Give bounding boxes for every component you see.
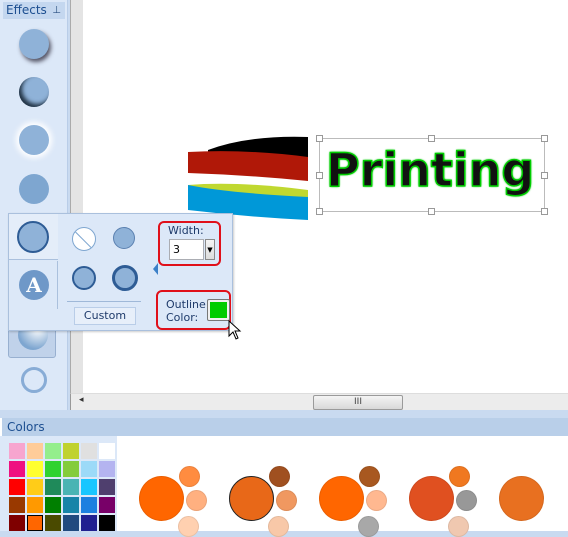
scrollbar-thumb[interactable]: III bbox=[313, 395, 403, 410]
color-swatch[interactable] bbox=[63, 479, 79, 495]
expand-arrow-icon bbox=[153, 263, 158, 275]
width-label: Width: bbox=[168, 224, 204, 237]
color-swatch[interactable] bbox=[81, 443, 97, 459]
reflection-effect-button[interactable] bbox=[19, 174, 49, 204]
printing-text[interactable]: Printing bbox=[325, 142, 535, 198]
ring-effect-button[interactable] bbox=[21, 367, 47, 393]
color-swatch[interactable] bbox=[27, 479, 43, 495]
scheme-color-circle[interactable] bbox=[448, 516, 469, 537]
pin-icon[interactable]: ⊥ bbox=[52, 2, 61, 19]
color-swatch[interactable] bbox=[99, 479, 115, 495]
bevel-effect-button[interactable] bbox=[19, 77, 49, 107]
color-swatch[interactable] bbox=[27, 515, 43, 531]
resize-handle[interactable] bbox=[541, 172, 548, 179]
scheme-color-circle[interactable] bbox=[456, 490, 477, 511]
scheme-color-circle[interactable] bbox=[358, 516, 379, 537]
color-swatch[interactable] bbox=[81, 515, 97, 531]
color-swatch[interactable] bbox=[63, 515, 79, 531]
text-a-icon: A bbox=[19, 270, 49, 300]
color-swatch[interactable] bbox=[45, 497, 61, 513]
divider bbox=[67, 301, 141, 302]
text-selection-box[interactable]: Printing bbox=[316, 135, 548, 215]
color-swatch[interactable] bbox=[45, 443, 61, 459]
outline-color-label: Outline Color: bbox=[166, 298, 206, 324]
resize-handle[interactable] bbox=[428, 208, 435, 215]
outline-tab[interactable] bbox=[9, 214, 58, 260]
color-swatch[interactable] bbox=[27, 443, 43, 459]
resize-handle[interactable] bbox=[541, 208, 548, 215]
scheme-color-circle[interactable] bbox=[268, 516, 289, 537]
color-swatch[interactable] bbox=[9, 443, 25, 459]
color-swatch[interactable] bbox=[99, 443, 115, 459]
effects-panel: Effects ⊥ bbox=[0, 0, 68, 410]
text-effect-tab[interactable]: A bbox=[9, 261, 58, 309]
color-swatch[interactable] bbox=[45, 515, 61, 531]
scheme-color-circle[interactable] bbox=[276, 490, 297, 511]
resize-handle[interactable] bbox=[316, 135, 323, 142]
color-swatch[interactable] bbox=[45, 479, 61, 495]
color-schemes bbox=[117, 436, 568, 537]
color-palette bbox=[0, 436, 117, 531]
color-swatch[interactable] bbox=[99, 461, 115, 477]
color-swatch[interactable] bbox=[81, 479, 97, 495]
effects-header: Effects ⊥ bbox=[3, 2, 65, 19]
color-swatch[interactable] bbox=[9, 461, 25, 477]
custom-button[interactable]: Custom bbox=[74, 307, 136, 325]
medium-outline-option[interactable] bbox=[72, 266, 96, 290]
outline-popup: A Custom Width: 3 ▼ Outline Color: bbox=[8, 213, 233, 331]
color-swatch[interactable] bbox=[81, 461, 97, 477]
resize-handle[interactable] bbox=[428, 135, 435, 142]
horizontal-scrollbar[interactable]: ◂ III bbox=[70, 393, 568, 410]
thin-outline-option[interactable] bbox=[113, 227, 135, 249]
scheme-color-circle[interactable] bbox=[449, 466, 470, 487]
width-input[interactable]: 3 bbox=[169, 239, 204, 260]
scheme-color-circle[interactable] bbox=[409, 476, 454, 521]
canvas[interactable]: Printing bbox=[83, 0, 568, 393]
color-swatch[interactable] bbox=[27, 461, 43, 477]
mouse-cursor-icon bbox=[228, 320, 242, 340]
outline-color-button[interactable] bbox=[207, 299, 230, 321]
scheme-color-circle[interactable] bbox=[319, 476, 364, 521]
scheme-color-circle[interactable] bbox=[269, 466, 290, 487]
no-outline-option[interactable] bbox=[72, 227, 96, 251]
resize-handle[interactable] bbox=[316, 208, 323, 215]
color-swatch[interactable] bbox=[99, 515, 115, 531]
color-swatch[interactable] bbox=[63, 461, 79, 477]
panel-splitter[interactable] bbox=[0, 410, 568, 418]
scheme-color-circle[interactable] bbox=[359, 466, 380, 487]
thick-outline-option[interactable] bbox=[112, 265, 138, 291]
color-swatch[interactable] bbox=[9, 515, 25, 531]
scheme-color-circle[interactable] bbox=[499, 476, 544, 521]
colors-title: Colors bbox=[7, 420, 45, 434]
color-swatch[interactable] bbox=[63, 497, 79, 513]
effects-title: Effects bbox=[6, 3, 47, 17]
color-swatch[interactable] bbox=[45, 461, 61, 477]
scheme-color-circle[interactable] bbox=[178, 516, 199, 537]
color-swatch[interactable] bbox=[27, 497, 43, 513]
color-swatch[interactable] bbox=[9, 497, 25, 513]
resize-handle[interactable] bbox=[541, 135, 548, 142]
vertical-ruler bbox=[70, 0, 83, 393]
scheme-color-circle[interactable] bbox=[179, 466, 200, 487]
scheme-color-circle[interactable] bbox=[139, 476, 184, 521]
outline-color-swatch bbox=[210, 302, 227, 318]
scheme-color-circle[interactable] bbox=[186, 490, 207, 511]
printing-logo[interactable] bbox=[188, 135, 310, 225]
width-dropdown-button[interactable]: ▼ bbox=[205, 239, 215, 260]
color-swatch[interactable] bbox=[63, 443, 79, 459]
color-swatch[interactable] bbox=[9, 479, 25, 495]
color-swatch[interactable] bbox=[99, 497, 115, 513]
color-swatch[interactable] bbox=[81, 497, 97, 513]
resize-handle[interactable] bbox=[316, 172, 323, 179]
scheme-color-circle[interactable] bbox=[229, 476, 274, 521]
shadow-effect-button[interactable] bbox=[19, 29, 49, 59]
glow-effect-button[interactable] bbox=[19, 125, 49, 155]
scheme-color-circle[interactable] bbox=[366, 490, 387, 511]
scroll-left-icon[interactable]: ◂ bbox=[79, 395, 84, 405]
colors-header: Colors bbox=[0, 418, 568, 436]
